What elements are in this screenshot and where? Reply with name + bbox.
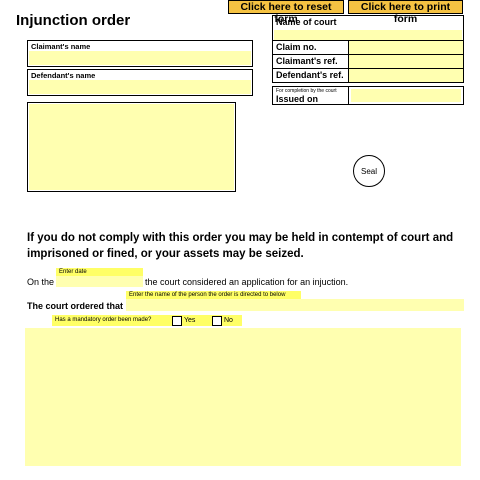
yes-label: Yes (184, 317, 196, 324)
claim-no-label-cell: Claim no. (272, 40, 349, 55)
defendant-name-field[interactable] (29, 80, 251, 94)
order-text-area[interactable] (25, 328, 461, 466)
seal-label: Seal (360, 166, 377, 176)
details-box (27, 102, 236, 192)
issued-on-field[interactable] (351, 89, 461, 102)
print-form-button[interactable]: Click here to print form (348, 0, 463, 25)
defendants-ref-field[interactable] (348, 68, 464, 83)
no-label: No (224, 317, 233, 324)
seal-circle: Seal (353, 155, 385, 187)
claim-no-field[interactable] (348, 40, 464, 55)
defendants-ref-label: Defendant's ref. (276, 70, 344, 80)
contempt-warning: If you do not comply with this order you… (27, 232, 454, 260)
issued-on-label-cell: For completion by the court Issued on (272, 86, 349, 105)
ordered-hint: Enter the name of the person the order i… (126, 291, 301, 299)
defendants-ref-label-cell: Defendant's ref. (272, 68, 349, 83)
mandatory-question: Has a mandatory order been made? (55, 317, 152, 323)
date-hint: Enter date (56, 268, 143, 276)
claimants-ref-label: Claimant's ref. (276, 56, 338, 66)
on-the-label: On the (27, 277, 55, 287)
date-field[interactable] (56, 276, 143, 287)
defendant-box: Defendant's name (27, 69, 253, 96)
name-of-court-label: Name of court (276, 17, 337, 27)
claimants-ref-label-cell: Claimant's ref. (272, 54, 349, 69)
claim-no-label: Claim no. (276, 42, 317, 52)
issued-on-cell (348, 86, 464, 105)
name-of-court-cell: Name of court (272, 15, 464, 41)
name-of-court-field[interactable] (274, 30, 462, 40)
court-ordered-label: The court ordered that (27, 301, 124, 311)
claimant-name-field[interactable] (29, 51, 251, 65)
claimant-box: Claimant's name (27, 40, 253, 67)
person-directed-field[interactable] (126, 299, 464, 311)
details-field[interactable] (29, 104, 234, 190)
issued-on-label: Issued on (276, 94, 319, 104)
reset-form-button[interactable]: Click here to reset form (228, 0, 344, 25)
court-considered-text: the court considered an application for … (145, 277, 349, 287)
claimants-ref-field[interactable] (348, 54, 464, 69)
page-title: Injunction order (16, 12, 131, 29)
no-checkbox[interactable] (212, 316, 222, 326)
yes-checkbox[interactable] (172, 316, 182, 326)
